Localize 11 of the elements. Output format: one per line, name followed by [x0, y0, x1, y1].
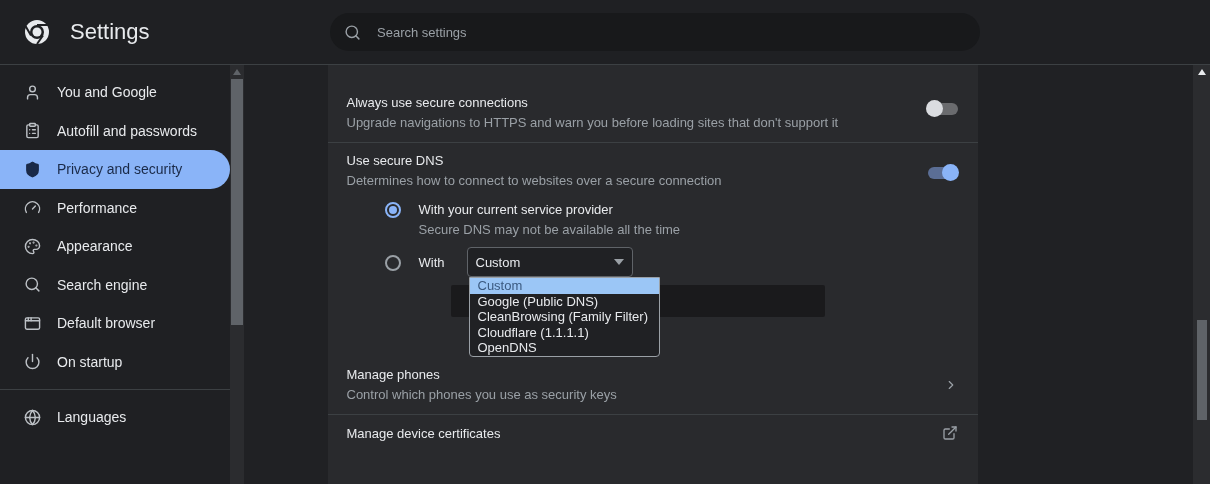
setting-description: Determines how to connect to websites over a secure connection [346, 173, 723, 188]
setting-title: Always use secure connections [346, 95, 529, 110]
setting-description: Upgrade navigations to HTTPS and warn you before loading sites that don't support it [346, 115, 840, 130]
setting-title: Manage phones [346, 367, 441, 382]
radio-label: With your current service provider [418, 202, 614, 217]
setting-description: Control which phones you use as security keys [346, 387, 618, 402]
radio-label: With [418, 255, 445, 270]
radio-description: Secure DNS may not be available all the time [418, 222, 682, 237]
setting-title: Use secure DNS [346, 153, 445, 168]
setting-title: Manage device certificates [346, 425, 502, 441]
page-title: Settings [70, 19, 150, 45]
